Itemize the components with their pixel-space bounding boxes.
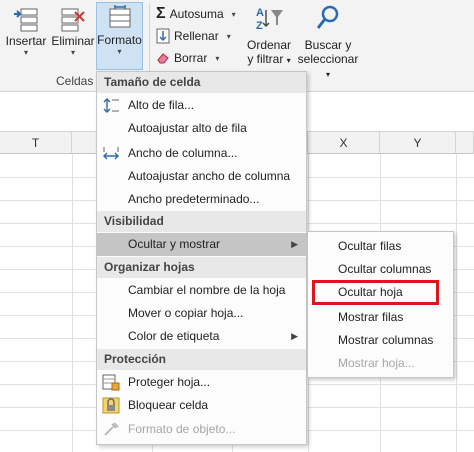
menu-item-lock-cell[interactable]: Bloquear celda <box>97 394 306 417</box>
section-header-protection: Protección <box>97 349 306 370</box>
fill-button[interactable]: Rellenar ▾ <box>156 26 231 46</box>
submenu-item-hide-columns[interactable]: Ocultar columnas <box>308 258 453 281</box>
insert-label: Insertar <box>5 34 47 48</box>
clear-button[interactable]: Borrar ▾ <box>156 48 219 68</box>
sigma-icon: Σ <box>156 5 166 22</box>
submenu-item-label: Mostrar filas <box>338 310 404 324</box>
delete-cells-icon <box>61 8 85 32</box>
format-dropdown-menu: Tamaño de celda Alto de fila... Autoajus… <box>96 71 307 445</box>
submenu-item-show-rows[interactable]: Mostrar filas <box>308 306 453 329</box>
autosum-button[interactable]: Σ Autosuma ▾ <box>156 4 236 24</box>
menu-item-format-object[interactable]: Formato de objeto... <box>97 418 306 441</box>
chevron-down-icon: ▾ <box>226 31 231 41</box>
sort-label-2: y filtrar ▾ <box>247 52 291 66</box>
chevron-down-icon: ▾ <box>70 48 75 57</box>
menu-item-label: Autoajustar alto de fila <box>128 121 247 135</box>
sort-label-1: Ordenar <box>246 38 292 52</box>
menu-item-autofit-column[interactable]: Autoajustar ancho de columna <box>97 165 306 188</box>
chevron-down-icon: ▾ <box>215 53 220 63</box>
fill-down-icon <box>156 28 170 44</box>
menu-item-column-width[interactable]: Ancho de columna... <box>97 142 306 165</box>
menu-item-label: Cambiar el nombre de la hoja <box>128 283 286 297</box>
row-height-icon <box>103 98 119 113</box>
submenu-item-show-columns[interactable]: Mostrar columnas <box>308 329 453 352</box>
menu-item-label: Color de etiqueta <box>128 329 220 343</box>
column-header-x[interactable]: X <box>308 132 380 154</box>
submenu-item-label: Ocultar filas <box>338 239 402 253</box>
menu-item-label: Alto de fila... <box>128 98 195 112</box>
menu-item-label: Proteger hoja... <box>128 375 211 389</box>
section-header-organize: Organizar hojas <box>97 257 306 278</box>
find-label-1: Buscar y <box>304 38 352 52</box>
delete-button[interactable]: Eliminar ▾ <box>50 4 96 58</box>
format-object-icon <box>104 422 119 436</box>
lock-icon <box>102 397 120 414</box>
clear-label: Borrar <box>174 51 208 65</box>
menu-item-row-height[interactable]: Alto de fila... <box>97 94 306 117</box>
chevron-down-icon: ▾ <box>23 48 28 57</box>
sort-filter-button[interactable]: A Z Ordenar y filtrar ▾ <box>244 4 294 68</box>
highlight-annotation <box>312 280 439 305</box>
chevron-down-icon: ▾ <box>117 47 122 56</box>
svg-text:A: A <box>256 7 264 19</box>
submenu-item-show-sheet[interactable]: Mostrar hoja... <box>308 352 453 375</box>
format-button[interactable]: Formato ▾ <box>96 2 143 70</box>
insert-button[interactable]: Insertar ▾ <box>4 4 48 58</box>
menu-item-label: Ocultar y mostrar <box>128 237 221 251</box>
svg-text:Z: Z <box>256 20 263 32</box>
menu-item-autofit-row[interactable]: Autoajustar alto de fila <box>97 117 306 140</box>
section-header-cell-size: Tamaño de celda <box>97 72 306 93</box>
cells-group-label: Celdas <box>56 74 94 88</box>
submenu-arrow-icon: ▶ <box>291 239 298 249</box>
fill-label: Rellenar <box>174 29 219 43</box>
delete-label: Eliminar <box>51 34 95 48</box>
menu-item-label: Formato de objeto... <box>128 422 236 436</box>
menu-item-label: Ancho predeterminado... <box>128 192 260 206</box>
eraser-icon <box>157 53 169 64</box>
menu-item-hide-show[interactable]: Ocultar y mostrar ▶ <box>97 233 306 256</box>
chevron-down-icon: ▾ <box>231 9 236 19</box>
submenu-item-label: Mostrar hoja... <box>338 356 415 370</box>
menu-item-rename-sheet[interactable]: Cambiar el nombre de la hoja <box>97 279 306 302</box>
submenu-item-label: Ocultar columnas <box>338 262 432 276</box>
menu-item-label: Ancho de columna... <box>128 146 238 160</box>
autosum-label: Autosuma <box>169 7 224 21</box>
menu-item-label: Bloquear celda <box>128 398 209 412</box>
sort-filter-icon: A Z <box>256 7 283 32</box>
menu-item-move-copy[interactable]: Mover o copiar hoja... <box>97 302 306 325</box>
column-width-icon <box>103 147 119 160</box>
menu-item-tab-color[interactable]: Color de etiqueta ▶ <box>97 325 306 348</box>
column-header[interactable] <box>456 132 474 154</box>
format-label: Formato <box>97 33 142 47</box>
menu-item-protect-sheet[interactable]: Proteger hoja... <box>97 371 306 394</box>
section-header-visibility: Visibilidad <box>97 211 306 232</box>
insert-cells-icon <box>14 8 38 32</box>
magnifier-icon <box>316 5 339 29</box>
menu-item-default-width[interactable]: Ancho predeterminado... <box>97 188 306 211</box>
column-header-t[interactable]: T <box>0 132 72 154</box>
protect-sheet-icon <box>102 374 120 391</box>
menu-item-label: Mover o copiar hoja... <box>128 306 244 320</box>
menu-item-label: Autoajustar ancho de columna <box>128 169 291 183</box>
column-header-y[interactable]: Y <box>380 132 456 154</box>
format-cells-icon <box>109 5 130 28</box>
submenu-arrow-icon: ▶ <box>291 331 298 341</box>
submenu-item-label: Mostrar columnas <box>338 333 434 347</box>
submenu-item-hide-rows[interactable]: Ocultar filas <box>308 235 453 258</box>
